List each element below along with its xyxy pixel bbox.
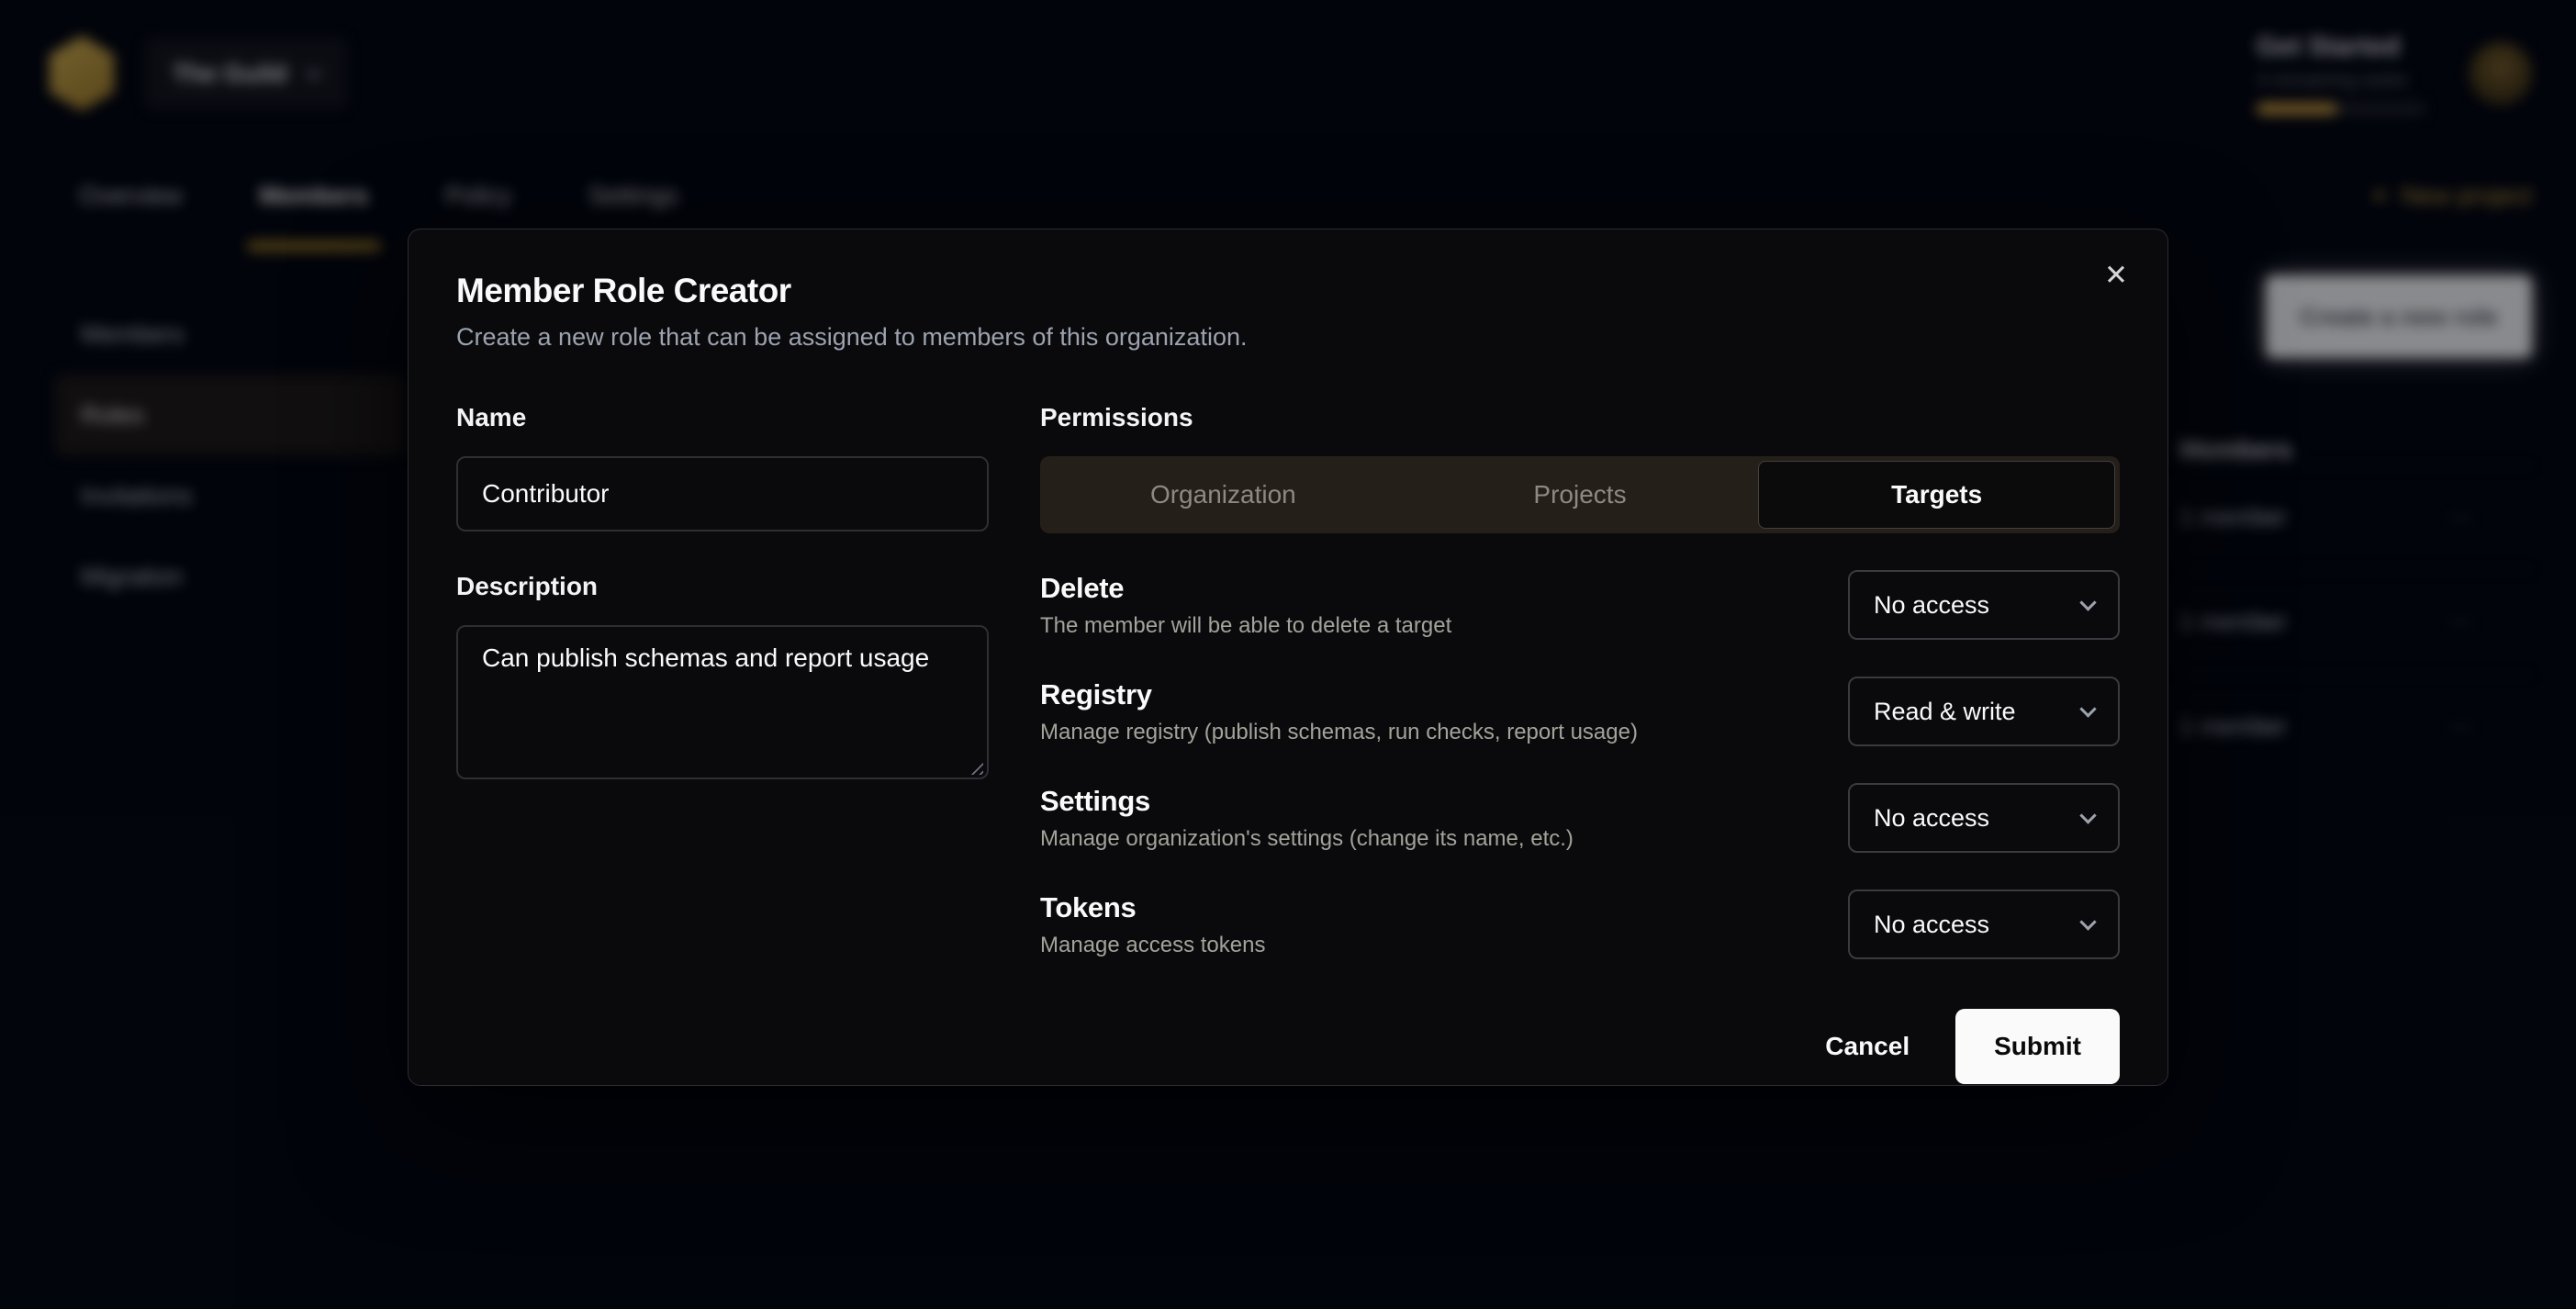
description-label: Description [456,572,989,601]
select-value: No access [1874,911,1989,939]
select-value: No access [1874,804,1989,833]
permission-row-delete: Delete The member will be able to delete… [1040,570,2120,640]
permission-title: Registry [1040,678,1638,711]
permission-row-tokens: Tokens Manage access tokens No access [1040,889,2120,959]
permissions-tab-projects[interactable]: Projects [1402,461,1759,529]
permissions-tab-targets[interactable]: Targets [1758,461,2115,529]
name-label: Name [456,403,989,432]
permissions-tab-organization[interactable]: Organization [1045,461,1402,529]
chevron-down-icon [2079,807,2096,823]
member-role-creator-dialog: ✕ Member Role Creator Create a new role … [408,229,2168,1086]
permission-title: Tokens [1040,891,1265,924]
delete-access-select[interactable]: No access [1848,570,2120,640]
tokens-access-select[interactable]: No access [1848,889,2120,959]
role-description-textarea[interactable]: Can publish schemas and report usage [456,625,989,779]
permissions-tabbar: Organization Projects Targets [1040,456,2120,533]
close-icon[interactable]: ✕ [2096,255,2136,296]
permission-description: Manage access tokens [1040,933,1265,958]
registry-access-select[interactable]: Read & write [1848,677,2120,746]
select-value: Read & write [1874,698,2016,726]
settings-access-select[interactable]: No access [1848,783,2120,853]
submit-button[interactable]: Submit [1955,1009,2120,1084]
chevron-down-icon [2079,700,2096,717]
permission-description: Manage registry (publish schemas, run ch… [1040,720,1638,745]
permission-title: Settings [1040,785,1574,818]
dialog-title: Member Role Creator [456,272,2120,310]
cancel-button[interactable]: Cancel [1794,1009,1941,1084]
permission-title: Delete [1040,572,1451,605]
permissions-label: Permissions [1040,403,2120,432]
chevron-down-icon [2079,913,2096,930]
permission-row-registry: Registry Manage registry (publish schema… [1040,677,2120,746]
permission-description: Manage organization's settings (change i… [1040,826,1574,852]
app-window: The Guild Get Started 4 remaining tasks … [0,0,2576,1309]
role-name-input[interactable] [456,456,989,531]
chevron-down-icon [2079,594,2096,610]
select-value: No access [1874,591,1989,620]
dialog-subtitle: Create a new role that can be assigned t… [456,323,2120,352]
permission-row-settings: Settings Manage organization's settings … [1040,783,2120,853]
permission-description: The member will be able to delete a targ… [1040,613,1451,639]
